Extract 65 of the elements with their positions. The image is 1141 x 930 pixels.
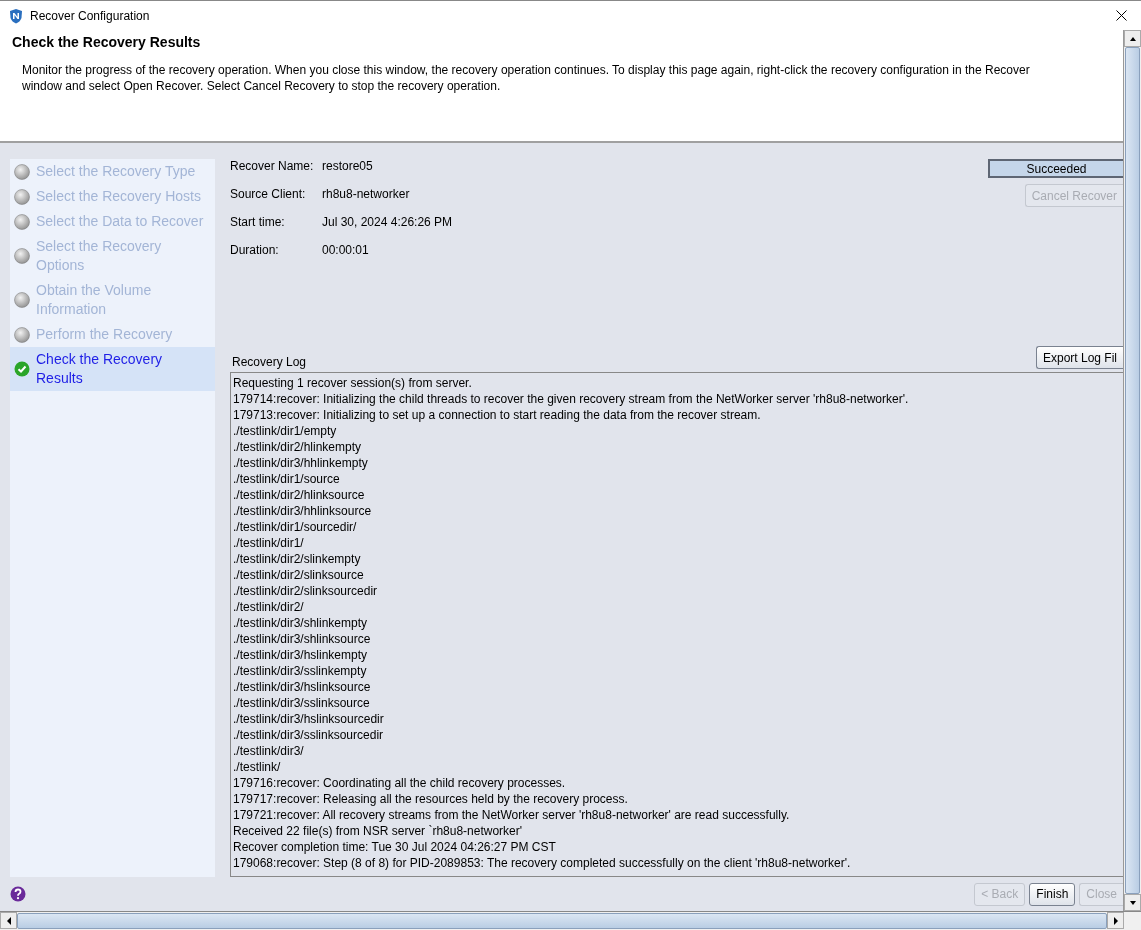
log-line: 179716:recover: Coordinating all the child recovery processes. [233,775,567,791]
wizard-step[interactable]: Select the Recovery Options [10,234,215,278]
detail-label: Source Client: [230,187,307,203]
log-line: ./testlink/ [233,759,282,775]
log-line: ./testlink/dir2/hlinksource [233,487,366,503]
window-title: Recover Configuration [30,8,151,23]
wizard-step[interactable]: Check the Recovery Results [10,347,215,391]
detail-label: Start time: [230,215,286,231]
step-label: Select the Recovery Type [36,162,196,181]
log-line: ./testlink/dir3/hhlinksource [233,503,373,519]
log-line: ./testlink/dir3/ [233,743,305,759]
detail-value: 00:00:01 [322,243,370,259]
log-line: ./testlink/dir3/hslinkempty [233,647,369,663]
step-label: Select the Data to Recover [36,212,204,231]
wizard-button[interactable]: Finish [1029,882,1076,906]
help-icon[interactable] [10,886,26,902]
log-line: 179721:recover: All recovery streams from the NetWorker server 'rh8u8-networker' are read successfully. [233,807,791,823]
step-label: Check the Recovery Results [36,350,164,388]
log-line: ./testlink/dir3/shlinksource [233,631,372,647]
detail-value: restore05 [322,159,374,175]
log-line: ./testlink/dir3/hslinksourcedir [233,711,385,727]
log-line: Recover completion time: Tue 30 Jul 2024 04:26:27 PM CST [233,839,557,855]
step-label: Perform the Recovery [36,325,173,344]
detail-value: rh8u8-networker [322,187,411,203]
step-label: Select the Recovery Options [36,237,163,275]
wizard-step[interactable]: Select the Data to Recover [10,209,215,234]
wizard-step[interactable]: Perform the Recovery [10,322,215,347]
log-line: ./testlink/dir2/slinksource [233,567,365,583]
detail-value: Jul 30, 2024 4:26:26 PM [322,215,454,231]
log-line: 179714:recover: Initializing the child threads to recover the given recovery stream from the NetWorker server 'rh8u8-networker'. [233,391,910,407]
page-title: Check the Recovery Results [12,34,202,50]
log-line: ./testlink/dir2/slinkempty [233,551,362,567]
page-description: Monitor the progress of the recovery operation. When you close this window, the recovery operation continues. To display this page again, right-click the recovery configuration in the Recover window and select Open Recover. Select Cancel Recovery to stop the recovery operation. [21,62,1031,94]
log-line: ./testlink/dir2/ [233,599,305,615]
log-line: ./testlink/dir3/sslinkempty [233,663,368,679]
status-bar: Succeeded [988,159,1123,178]
log-line: ./testlink/dir1/ [233,535,305,551]
log-line: 179068:recover: Step (8 of 8) for PID-2089853: The recovery completed successfully on the client 'rh8u8-networker'. [233,855,852,871]
close-icon [1116,10,1127,21]
wizard-step[interactable]: Select the Recovery Hosts [10,184,215,209]
log-line: ./testlink/dir1/sourcedir/ [233,519,358,535]
log-line: 179717:recover: Releasing all the resources held by the recovery process. [233,791,629,807]
log-line: ./testlink/dir2/slinksourcedir [233,583,379,599]
log-line: ./testlink/dir3/shlinkempty [233,615,369,631]
log-title: Recovery Log [231,355,307,369]
export-log-button[interactable]: Export Log Fil [1035,346,1123,369]
log-line: ./testlink/dir3/sslinksource [233,695,371,711]
log-line: ./testlink/dir3/hslinksource [233,679,372,695]
log-line: Requesting 1 recover session(s) from server. [233,375,473,391]
horizontal-scrollbar[interactable] [0,911,1141,930]
shield-logo-icon [8,7,24,24]
log-line: 179713:recover: Initializing to set up a connection to start reading the data from the recover stream. [233,407,762,423]
log-line: ./testlink/dir1/empty [233,423,338,439]
log-line: ./testlink/dir3/hhlinkempty [233,455,369,471]
step-label: Obtain the Volume Information [36,281,153,319]
detail-label: Duration: [230,243,280,259]
wizard-step[interactable]: Select the Recovery Type [10,159,215,184]
wizard-step[interactable]: Obtain the Volume Information [10,278,215,322]
log-line: ./testlink/dir3/sslinksourcedir [233,727,385,743]
step-label: Select the Recovery Hosts [36,187,201,206]
log-line: Received 22 file(s) from NSR server `rh8u8-networker' [233,823,524,839]
detail-label: Recover Name: [230,159,315,175]
log-line: ./testlink/dir1/source [233,471,341,487]
vertical-scrollbar[interactable] [1123,30,1141,911]
log-line: ./testlink/dir2/hlinkempty [233,439,363,455]
